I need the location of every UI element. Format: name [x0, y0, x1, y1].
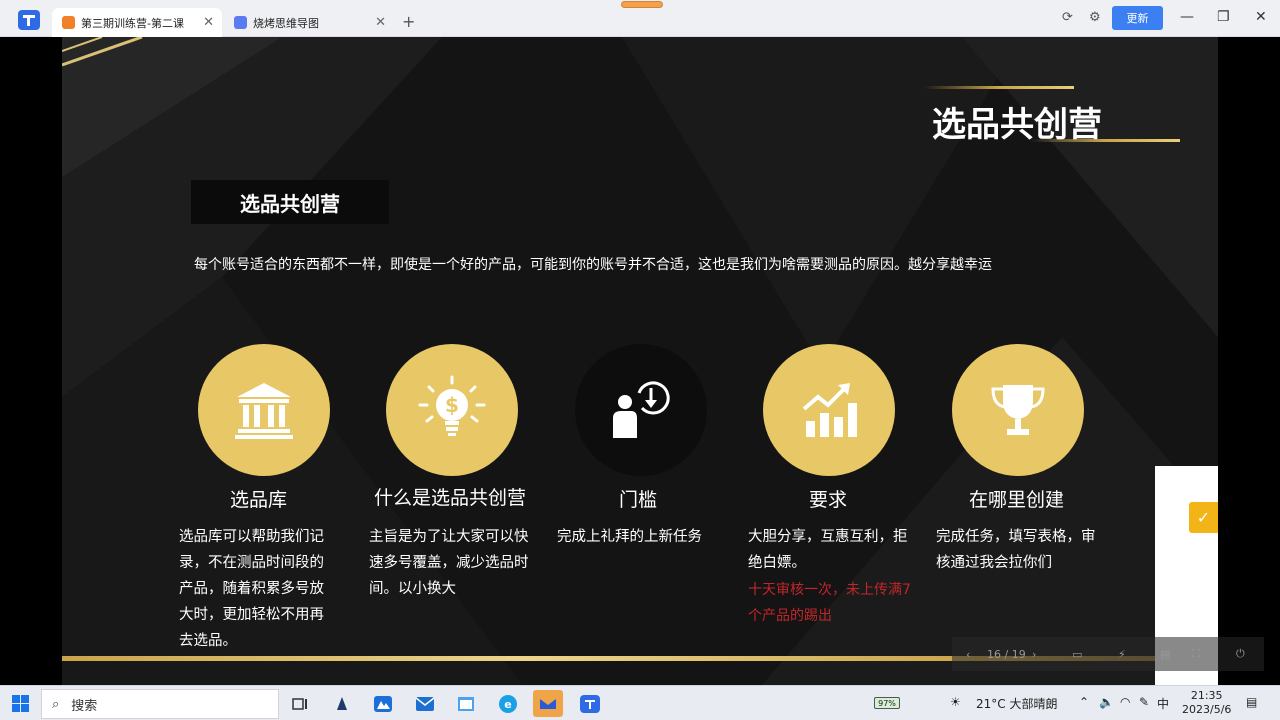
- app-logo-taskbar-icon[interactable]: [575, 690, 605, 717]
- lightbulb-dollar-icon: $: [418, 375, 486, 436]
- column-title: 在哪里创建: [969, 489, 1065, 511]
- trophy-icon: [991, 385, 1045, 435]
- bank-icon: [235, 383, 293, 439]
- taskbar-search[interactable]: ⌕ 搜索: [41, 689, 279, 719]
- chevron-up-icon[interactable]: ⌃: [1079, 695, 1089, 709]
- fullscreen-icon[interactable]: ⛶: [1192, 647, 1200, 661]
- slide[interactable]: 选品共创营 选品共创营 每个账号适合的东西都不一样，即使是一个好的产品，可能到你…: [62, 37, 1218, 685]
- column-title: 门槛: [619, 489, 658, 511]
- close-tab-icon[interactable]: ✕: [203, 15, 214, 30]
- section-title-box: 选品共创营: [191, 180, 389, 224]
- prev-slide-icon[interactable]: ‹: [966, 648, 970, 661]
- edit-icon[interactable]: ✎: [1139, 695, 1149, 709]
- next-slide-icon[interactable]: ›: [1032, 648, 1036, 661]
- app-boat-icon[interactable]: [327, 690, 357, 717]
- drag-handle[interactable]: [621, 1, 663, 8]
- sync-icon[interactable]: ⟳: [1062, 10, 1073, 25]
- growth-chart-icon: [802, 383, 857, 437]
- power-icon[interactable]: ⏻: [1236, 647, 1245, 661]
- column-icon-circle: [198, 344, 330, 476]
- clock-date: 2023/5/6: [1182, 703, 1232, 716]
- app-window-icon[interactable]: [451, 690, 481, 717]
- mail-icon[interactable]: [410, 690, 440, 717]
- plus-icon[interactable]: +: [402, 12, 415, 31]
- screen-icon[interactable]: ▭: [1072, 648, 1082, 661]
- app-logo-icon[interactable]: [18, 10, 40, 30]
- network-icon[interactable]: ◠: [1120, 695, 1130, 709]
- svg-text:$: $: [445, 393, 459, 417]
- gold-line-top: [924, 86, 1074, 89]
- column-title: 选品库: [230, 489, 288, 511]
- check-icon[interactable]: ✓: [1189, 502, 1218, 533]
- document-icon: [62, 16, 75, 29]
- app-active-icon[interactable]: [533, 690, 563, 717]
- slide-controls: ‹ 16 / 19 › ▭ ⚡ ▤ ⛶ ⏻: [952, 637, 1264, 671]
- laser-icon[interactable]: ⚡: [1118, 648, 1126, 661]
- search-placeholder: 搜索: [71, 698, 98, 714]
- column-warning: 十天审核一次，未上传满7个产品的踢出: [748, 582, 911, 624]
- update-button[interactable]: 更新: [1112, 6, 1163, 30]
- clock[interactable]: 21:35 2023/5/6: [1182, 689, 1231, 717]
- column-title: 什么是选品共创营: [374, 487, 527, 509]
- edge-browser-icon[interactable]: e: [493, 690, 523, 717]
- close-icon[interactable]: ✕: [1255, 9, 1267, 25]
- column-icon-circle: [763, 344, 895, 476]
- column-icon-circle: [952, 344, 1084, 476]
- column-desc: 主旨是为了让大家可以快速多号覆盖，减少选品时间。以小换大: [369, 529, 529, 597]
- task-view-icon[interactable]: [285, 690, 315, 717]
- weather-icon[interactable]: ☀: [950, 695, 961, 709]
- minimize-icon[interactable]: —: [1180, 9, 1194, 25]
- volume-icon[interactable]: 🔈: [1099, 695, 1114, 709]
- battery-indicator[interactable]: 97%: [874, 697, 900, 709]
- column-title: 要求: [809, 489, 848, 511]
- column-icon-circle: [575, 344, 707, 476]
- section-title: 选品共创营: [240, 191, 340, 216]
- column-desc: 大胆分享，互惠互利，拒绝白嫖。: [748, 529, 908, 571]
- tab-label: 烧烤思维导图: [253, 16, 319, 30]
- mindmap-icon: [234, 16, 247, 29]
- gold-line-bottom: [1030, 139, 1180, 142]
- notes-icon[interactable]: ▤: [1160, 648, 1170, 661]
- ime-indicator[interactable]: 中: [1157, 695, 1169, 712]
- column-desc: 完成任务，填写表格，审核通过我会拉你们: [936, 529, 1096, 571]
- notification-icon[interactable]: ▤: [1246, 695, 1257, 709]
- page-indicator: 16 / 19: [987, 647, 1026, 661]
- weather-text[interactable]: 21°C 大部晴朗: [976, 695, 1057, 712]
- close-tab-icon[interactable]: ✕: [375, 15, 386, 30]
- app-photos-icon[interactable]: [368, 690, 398, 717]
- browser-titlebar: 第三期训练营-第二课 ✕ 烧烤思维导图 ✕ + ⟳ ⚙ 更新 — ❐ ✕: [0, 0, 1280, 37]
- tab-mindmap[interactable]: 烧烤思维导图 ✕: [224, 8, 394, 37]
- column-desc: 选品库可以帮助我们记录，不在测品时间段的产品，随着积累多号放大时，更加轻松不用再…: [179, 529, 324, 649]
- tab-label: 第三期训练营-第二课: [81, 16, 184, 30]
- windows-start-icon[interactable]: [12, 695, 29, 712]
- svg-text:e: e: [504, 698, 511, 711]
- maximize-icon[interactable]: ❐: [1217, 9, 1230, 25]
- presentation-viewport: 选品共创营 选品共创营 每个账号适合的东西都不一样，即使是一个好的产品，可能到你…: [0, 37, 1280, 685]
- search-icon: ⌕: [52, 696, 60, 712]
- column-icon-circle: $: [386, 344, 518, 476]
- clock-time: 21:35: [1190, 689, 1223, 702]
- intro-text: 每个账号适合的东西都不一样，即使是一个好的产品，可能到你的账号并不合适，这也是我…: [194, 257, 992, 273]
- taskbar: ⌕ 搜索 e 97% ☀ 21°C 大部晴朗 ⌃ 🔈 ◠ ✎ 中 21:35 2…: [0, 685, 1280, 720]
- settings-icon[interactable]: ⚙: [1089, 10, 1101, 25]
- column-desc: 完成上礼拜的上新任务: [557, 529, 702, 545]
- person-clock-icon: [613, 381, 670, 438]
- tab-course[interactable]: 第三期训练营-第二课 ✕: [52, 8, 222, 37]
